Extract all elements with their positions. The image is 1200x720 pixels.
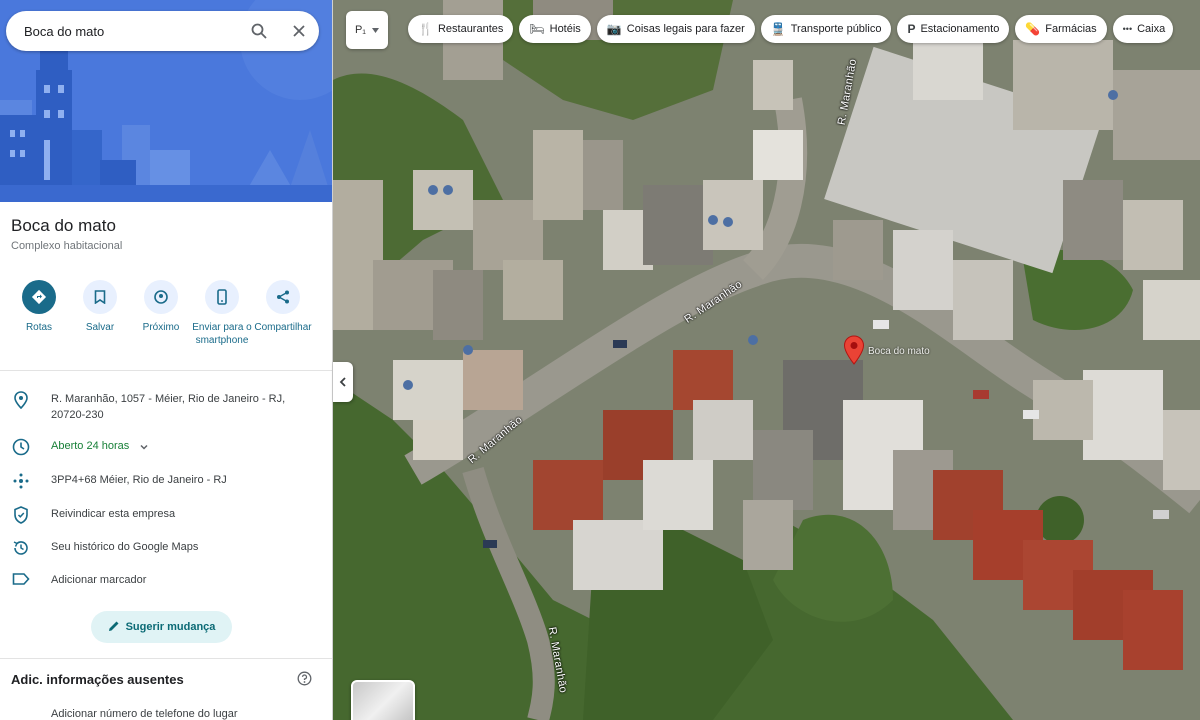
suggest-edit-label: Sugerir mudança	[125, 621, 216, 633]
history-row[interactable]: Seu histórico do Google Maps	[0, 539, 332, 557]
action-bar: Rotas Salvar Próximo Enviar para o smart…	[0, 280, 332, 365]
chevron-left-icon	[339, 377, 346, 387]
clock-icon	[0, 438, 40, 456]
claim-business-text: Reivindicar esta empresa	[51, 508, 176, 520]
missing-info-title: Adic. informações ausentes	[11, 672, 184, 687]
hours-text: Aberto 24 horas	[51, 440, 130, 452]
chip-transit[interactable]: 🚆 Transporte público	[760, 15, 892, 43]
chip-pharmacies[interactable]: 💊 Farmácias	[1015, 15, 1107, 43]
bookmark-icon	[83, 280, 117, 314]
satellite-imagery	[333, 0, 1200, 720]
chip-label: Caixa	[1137, 23, 1166, 35]
map-type-toggle[interactable]	[351, 680, 415, 720]
directions-button[interactable]: Rotas	[7, 280, 71, 334]
search-box[interactable]: Boca do mato	[6, 11, 319, 51]
chip-label: Estacionamento	[920, 23, 1000, 35]
suggest-edit-button[interactable]: Sugerir mudança	[91, 611, 232, 643]
chip-label: Hotéis	[549, 23, 581, 35]
save-button[interactable]: Salvar	[68, 280, 132, 334]
share-button[interactable]: Compartilhar	[251, 280, 315, 334]
plus-code-text: 3PP4+68 Méier, Rio de Janeiro - RJ	[51, 474, 227, 486]
nearby-label: Próximo	[142, 322, 180, 333]
add-phone-link[interactable]: Adicionar número de telefone do lugar	[51, 708, 238, 720]
add-label-row[interactable]: Adicionar marcador	[0, 572, 332, 588]
send-to-phone-label: Enviar para o smartphone	[192, 322, 252, 346]
address-row[interactable]: R. Maranhão, 1057 - Méier, Rio de Janeir…	[0, 391, 332, 423]
address-text: R. Maranhão, 1057 - Méier, Rio de Janeir…	[51, 393, 286, 421]
help-icon[interactable]	[297, 671, 312, 691]
chip-label: Restaurantes	[437, 23, 504, 35]
phone-icon	[205, 280, 239, 314]
pencil-icon	[108, 620, 120, 635]
hours-row[interactable]: Aberto 24 horas	[0, 438, 332, 457]
plus-code-row[interactable]: 3PP4+68 Méier, Rio de Janeiro - RJ	[0, 472, 332, 490]
nearby-button[interactable]: Próximo	[129, 280, 193, 334]
chip-label: Farmácias	[1045, 23, 1097, 35]
history-icon	[0, 539, 40, 557]
restaurant-icon: 🍴	[418, 22, 433, 36]
chip-restaurants[interactable]: 🍴 Restaurantes	[408, 15, 514, 43]
chevron-down-icon	[372, 24, 380, 36]
shield-icon	[0, 506, 40, 524]
chip-atm[interactable]: ••• Caixa	[1112, 15, 1173, 43]
pharmacy-icon: 💊	[1025, 22, 1041, 36]
add-label-text: Adicionar marcador	[51, 574, 147, 586]
place-title: Boca do mato	[11, 216, 116, 235]
history-text: Seu histórico do Google Maps	[51, 541, 199, 553]
atm-icon: •••	[1122, 24, 1133, 34]
chip-parking[interactable]: P Estacionamento	[897, 15, 1010, 43]
place-category: Complexo habitacional	[11, 240, 123, 252]
location-pin-icon	[0, 391, 40, 409]
divider	[0, 658, 332, 659]
label-icon	[0, 572, 40, 586]
camera-icon: 📷	[606, 22, 622, 36]
chip-label: Transporte público	[790, 23, 882, 35]
layers-button[interactable]: P₁	[346, 11, 388, 49]
layers-label: P₁	[354, 24, 367, 36]
send-to-phone-button[interactable]: Enviar para o smartphone	[190, 280, 254, 347]
satellite-map[interactable]	[333, 0, 1200, 720]
collapse-panel-button[interactable]	[333, 362, 353, 402]
pin-label: Boca do mato	[868, 346, 930, 357]
category-chips: 🍴 Restaurantes 🛏 Hotéis 📷 Coisas legais …	[408, 15, 1173, 47]
claim-business-row[interactable]: Reivindicar esta empresa	[0, 506, 332, 524]
divider	[0, 370, 332, 371]
nearby-icon	[144, 280, 178, 314]
search-input[interactable]: Boca do mato	[24, 24, 239, 39]
location-pin-icon[interactable]	[843, 335, 865, 365]
save-label: Salvar	[85, 322, 115, 333]
hotel-icon: 🛏	[529, 22, 545, 36]
place-panel: Boca do mato Boca do mato Complexo habit…	[0, 0, 333, 720]
directions-icon	[22, 280, 56, 314]
share-icon	[266, 280, 300, 314]
search-icon[interactable]	[239, 11, 279, 51]
chip-hotels[interactable]: 🛏 Hotéis	[519, 15, 591, 43]
chip-label: Coisas legais para fazer	[626, 23, 745, 35]
chip-things-to-do[interactable]: 📷 Coisas legais para fazer	[596, 15, 755, 43]
plus-code-icon	[0, 472, 40, 490]
share-label: Compartilhar	[254, 322, 312, 333]
directions-label: Rotas	[25, 322, 53, 333]
close-icon[interactable]	[279, 11, 319, 51]
chevron-down-icon[interactable]	[129, 438, 149, 457]
parking-icon: P	[907, 22, 916, 36]
transit-icon: 🚆	[770, 22, 786, 36]
